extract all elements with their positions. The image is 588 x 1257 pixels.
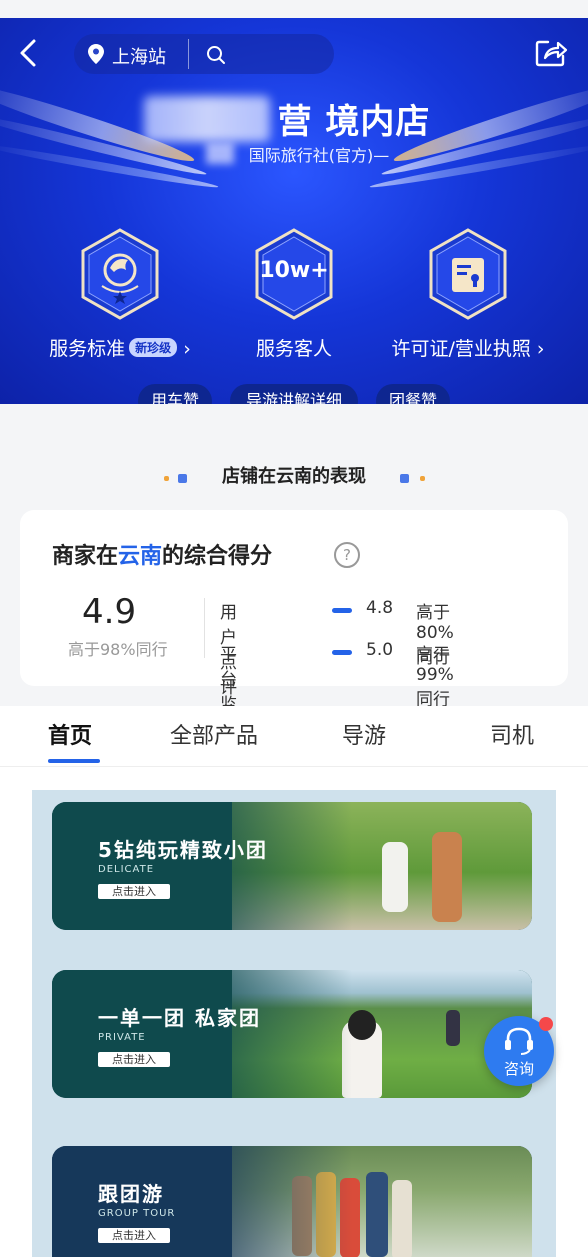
banner-title: 5钻纯玩精致小团 xyxy=(98,838,268,862)
badge-label: 服务标准 xyxy=(49,338,126,360)
product-banner-panel: 5钻纯玩精致小团 DELICATE 点击进入 一单一团 私家团 PRIVATE … xyxy=(32,790,556,1257)
tab-bar: 首页 全部产品 导游 司机 xyxy=(0,706,588,767)
chevron-right-icon: › xyxy=(183,338,191,360)
banner-subtitle: DELICATE xyxy=(98,864,155,875)
divider xyxy=(188,39,189,69)
metric-value: 4.8 xyxy=(366,598,394,618)
banner-title: 一单一团 私家团 xyxy=(98,1006,261,1030)
search-icon[interactable] xyxy=(206,45,226,65)
enter-button[interactable]: 点击进入 xyxy=(98,1228,170,1243)
help-icon[interactable]: ? xyxy=(334,542,360,568)
performance-heading: 店铺在云南的表现 xyxy=(222,466,366,487)
overall-rank: 高于98%同行 xyxy=(68,640,168,659)
tab-all-products[interactable]: 全部产品 xyxy=(170,718,258,750)
badge-service-standard[interactable]: 服务标准 新珍级 › xyxy=(30,228,210,361)
badge-customers-served[interactable]: 10w+ 服务客人 xyxy=(204,228,384,361)
overall-score: 4.9 xyxy=(82,592,137,632)
shop-subtitle: 国际旅行社(官方)— xyxy=(248,146,390,165)
badge-license[interactable]: 许可证/营业执照 › xyxy=(378,228,558,361)
shop-header: 上海站 营 境内店 国际旅行社(官方)— 服务标准 新珍级 › 10w+ 服务客… xyxy=(0,18,588,404)
level-tag: 新珍级 xyxy=(129,338,178,357)
chevron-right-icon: › xyxy=(536,338,545,360)
banner-group-tour[interactable]: 跟团游 GROUP TOUR 点击进入 xyxy=(52,1146,532,1257)
tab-home[interactable]: 首页 xyxy=(48,718,92,750)
location-label[interactable]: 上海站 xyxy=(112,43,166,69)
banner-subtitle: PRIVATE xyxy=(98,1032,146,1043)
share-icon xyxy=(535,40,568,67)
enter-button[interactable]: 点击进入 xyxy=(98,1052,170,1067)
review-tag[interactable]: 用车赞 xyxy=(138,384,212,404)
metric-bar xyxy=(332,608,352,613)
customer-count: 10w+ xyxy=(259,258,329,283)
back-button[interactable] xyxy=(14,38,44,68)
review-tag[interactable]: 导游讲解详细 xyxy=(230,384,358,404)
metric-value: 5.0 xyxy=(366,640,394,660)
metric-bar xyxy=(332,650,352,655)
headset-icon xyxy=(505,1027,533,1055)
banner-delicate-tour[interactable]: 5钻纯玩精致小团 DELICATE 点击进入 xyxy=(52,802,532,930)
location-search-bar[interactable]: 上海站 xyxy=(74,34,334,74)
score-card: 商家在云南的综合得分 ? 4.9 高于98%同行 用户点评分 4.8 高于80%… xyxy=(20,510,568,765)
tab-drivers[interactable]: 司机 xyxy=(490,718,534,750)
active-tab-indicator xyxy=(48,759,100,763)
notification-dot xyxy=(539,1017,553,1031)
banner-subtitle: GROUP TOUR xyxy=(98,1208,176,1219)
banner-title: 跟团游 xyxy=(98,1182,164,1206)
banner-private-tour[interactable]: 一单一团 私家团 PRIVATE 点击进入 xyxy=(52,970,532,1098)
enter-button[interactable]: 点击进入 xyxy=(98,884,170,899)
share-button[interactable] xyxy=(534,38,568,68)
nav-bar: 上海站 xyxy=(0,18,588,88)
dolphin-badge-icon xyxy=(80,228,160,320)
decorative-dot xyxy=(400,474,409,483)
shop-title: 营 境内店 xyxy=(277,102,431,142)
tab-guides[interactable]: 导游 xyxy=(342,718,386,750)
region-name: 云南 xyxy=(118,544,163,569)
metric-rank: 高于99%同行 xyxy=(416,645,454,710)
score-title: 商家在云南的综合得分 xyxy=(52,544,273,569)
badge-label: 许可证/营业执照 xyxy=(391,338,531,360)
location-pin-icon xyxy=(88,44,104,64)
license-badge-icon xyxy=(428,228,508,320)
customer-count-badge-icon: 10w+ xyxy=(254,228,334,320)
decorative-dot xyxy=(420,476,425,481)
chevron-left-icon xyxy=(20,39,36,67)
review-tag[interactable]: 团餐赞 xyxy=(376,384,450,404)
consult-label: 咨询 xyxy=(503,1060,534,1078)
divider xyxy=(204,598,205,658)
badge-label: 服务客人 xyxy=(255,338,332,360)
